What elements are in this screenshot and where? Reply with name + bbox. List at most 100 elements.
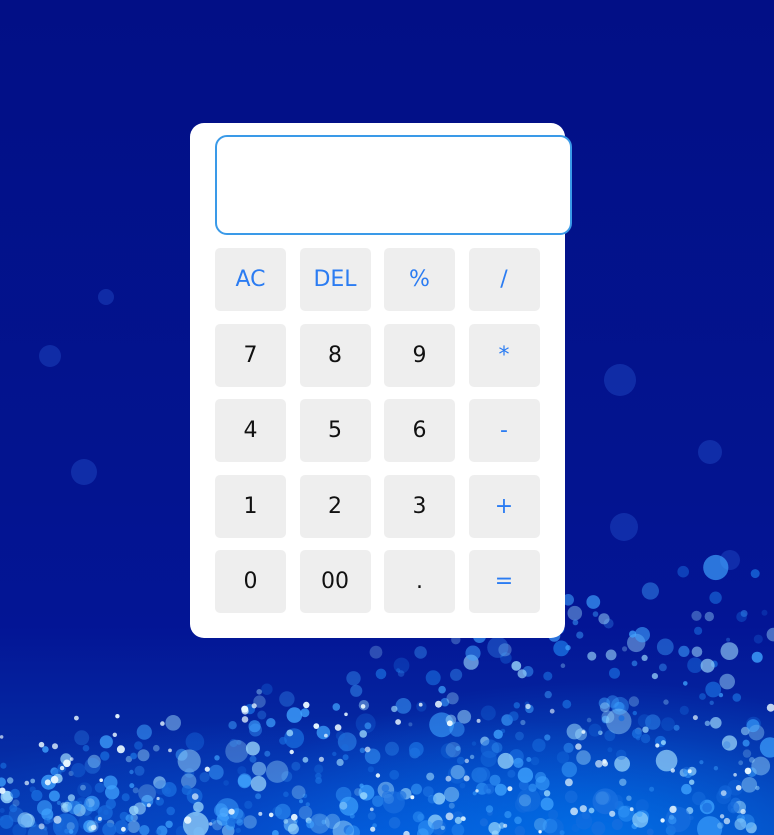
bokeh-dot [214, 755, 220, 761]
bokeh-dot [305, 802, 310, 807]
bokeh-dot [604, 730, 616, 742]
digit-3-button[interactable]: 3 [384, 474, 455, 538]
bokeh-dot [164, 787, 172, 795]
bokeh-dot [24, 780, 30, 786]
digit-9-button[interactable]: 9 [384, 323, 455, 387]
bokeh-dot [372, 823, 377, 828]
bokeh-dot [212, 820, 223, 831]
bokeh-dot [302, 756, 309, 763]
bokeh-dot [539, 788, 547, 796]
bokeh-dot [315, 777, 322, 784]
bokeh-dot [513, 702, 520, 709]
bokeh-dot [321, 819, 327, 825]
bokeh-dot [161, 782, 177, 797]
add-button[interactable]: + [468, 474, 540, 538]
bokeh-dot [305, 817, 312, 824]
bokeh-dot [588, 723, 602, 737]
bokeh-dot [266, 718, 276, 728]
bokeh-dot [78, 814, 94, 830]
bokeh-dot [629, 630, 637, 638]
bokeh-dot [575, 813, 593, 830]
digit-6-button[interactable]: 6 [384, 399, 455, 462]
bokeh-dot [168, 748, 172, 753]
digit-1-button[interactable]: 1 [215, 474, 286, 538]
bokeh-dot [603, 618, 614, 629]
bokeh-dot [723, 817, 731, 825]
bokeh-dot [103, 775, 118, 790]
bokeh-dot [345, 825, 360, 835]
bokeh-dot [359, 783, 364, 788]
bokeh-dot [293, 818, 298, 824]
bokeh-dot [741, 777, 758, 793]
bokeh-dot [284, 823, 292, 831]
bokeh-dot [518, 794, 532, 807]
bokeh-dot [459, 782, 466, 789]
digit-7-button[interactable]: 7 [215, 323, 286, 387]
bokeh-dot [447, 765, 467, 784]
bokeh-dot [350, 684, 363, 697]
bokeh-dot [636, 810, 643, 818]
bokeh-dot [629, 807, 634, 812]
bokeh-dot [146, 803, 151, 808]
digit-4-button[interactable]: 4 [215, 399, 286, 462]
decimal-point-button[interactable]: . [384, 550, 455, 613]
bokeh-dot [601, 715, 610, 724]
bokeh-dot [450, 765, 465, 780]
bokeh-dot [704, 720, 711, 726]
double-zero-button[interactable]: 00 [299, 550, 371, 613]
bokeh-dot [99, 735, 113, 749]
bokeh-dot [692, 715, 698, 721]
percent-button[interactable]: % [384, 248, 455, 311]
bokeh-dot [18, 814, 32, 828]
bokeh-dot [709, 591, 722, 604]
bokeh-dot [591, 821, 606, 835]
digit-0-button[interactable]: 0 [215, 550, 286, 613]
bokeh-dot [283, 819, 289, 824]
bokeh-dot [727, 801, 740, 814]
bokeh-dot [229, 738, 238, 748]
bokeh-dot [306, 820, 315, 829]
clear-all-button[interactable]: AC [215, 248, 286, 311]
bokeh-dot [251, 761, 267, 776]
bokeh-dot [645, 714, 661, 730]
bokeh-dot [121, 793, 130, 802]
bokeh-dot [703, 554, 729, 581]
bokeh-dot [283, 818, 298, 832]
bokeh-dot [464, 758, 469, 764]
bokeh-dot [463, 654, 479, 670]
bokeh-dot [51, 768, 62, 779]
calculator-display[interactable] [215, 135, 572, 235]
bokeh-dot [94, 782, 105, 793]
bokeh-dot [391, 705, 398, 713]
digit-5-button[interactable]: 5 [299, 399, 371, 462]
bokeh-dot [408, 742, 424, 757]
multiply-button[interactable]: * [468, 323, 540, 387]
bokeh-dot [450, 668, 463, 681]
divide-button[interactable]: / [468, 248, 540, 311]
bokeh-dot [228, 721, 237, 730]
bokeh-dot [427, 814, 443, 830]
equals-button[interactable]: = [468, 550, 540, 613]
digit-2-button[interactable]: 2 [299, 474, 371, 538]
bokeh-dot [742, 739, 750, 747]
delete-button[interactable]: DEL [299, 248, 371, 311]
bokeh-dot [491, 742, 503, 753]
digit-8-button[interactable]: 8 [299, 323, 371, 387]
bokeh-dot [746, 719, 760, 733]
bokeh-dot [258, 811, 263, 816]
bokeh-dot [598, 613, 610, 625]
bokeh-dot [433, 792, 446, 805]
bokeh-dot [67, 794, 75, 802]
bokeh-dot [97, 805, 113, 821]
bokeh-dot [740, 814, 755, 829]
bokeh-dot [581, 730, 586, 734]
bokeh-dot [622, 646, 628, 652]
subtract-button[interactable]: - [468, 399, 540, 462]
bokeh-dot [476, 767, 491, 782]
calculator-panel: AC DEL%/ 7 8 9 * 4 5 6- 1 2 3 +0 00. = [190, 123, 572, 638]
bokeh-dot [471, 741, 477, 746]
bokeh-dot [668, 816, 677, 825]
bokeh-dot [656, 638, 674, 656]
bokeh-dot [491, 830, 499, 835]
bokeh-dot [445, 714, 457, 726]
